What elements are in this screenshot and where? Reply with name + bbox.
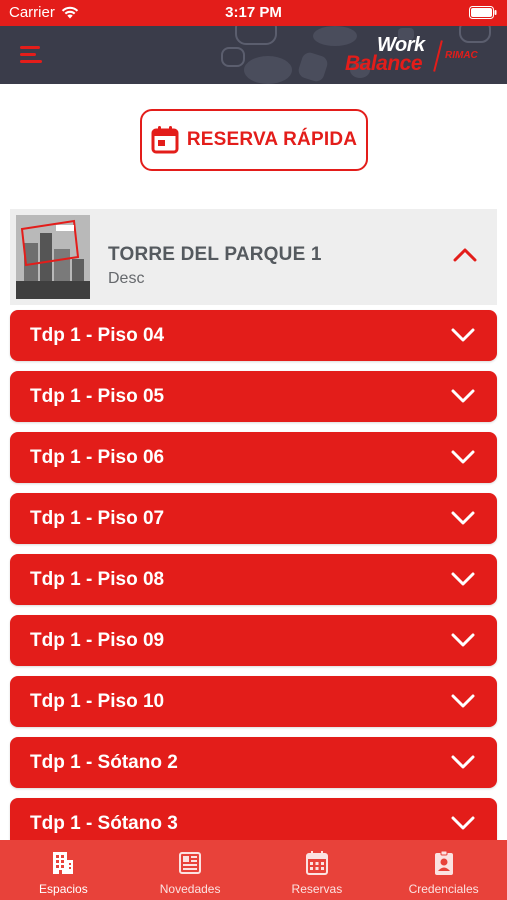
floor-label: Tdp 1 - Piso 08: [30, 569, 165, 590]
floor-row[interactable]: Tdp 1 - Piso 08: [10, 554, 497, 605]
floor-row[interactable]: Tdp 1 - Piso 06: [10, 432, 497, 483]
floor-row[interactable]: Tdp 1 - Sótano 2: [10, 737, 497, 788]
logo-rimac: RIMAC: [445, 50, 478, 61]
chevron-down-icon: [451, 755, 475, 769]
building-name: TORRE DEL PARQUE 1: [108, 244, 322, 265]
floor-label: Tdp 1 - Piso 10: [30, 691, 165, 712]
badge-icon: [434, 850, 453, 875]
chevron-down-icon: [451, 511, 475, 525]
chevron-down-icon: [451, 450, 475, 464]
tab-novedades[interactable]: Novedades: [127, 840, 254, 900]
floor-list: Tdp 1 - Piso 04 Tdp 1 - Piso 05 Tdp 1 - Pi…: [10, 310, 497, 859]
building-icon: [53, 852, 74, 874]
floor-label: Tdp 1 - Sótano 2: [30, 752, 178, 773]
floor-label: Tdp 1 - Piso 09: [30, 630, 165, 651]
floor-label: Tdp 1 - Piso 07: [30, 508, 165, 529]
building-photo: [16, 215, 90, 299]
tab-bar: Espacios Novedades Reservas Credenciales: [0, 840, 507, 900]
tab-reservas[interactable]: Reservas: [254, 840, 381, 900]
tab-label: Novedades: [159, 882, 221, 896]
menu-icon-line: [20, 53, 36, 56]
floor-label: Tdp 1 - Piso 05: [30, 386, 165, 407]
tab-label: Espacios: [39, 882, 88, 896]
chevron-down-icon: [451, 694, 475, 708]
calendar-grid-icon: [305, 851, 328, 875]
work-balance-logo: Work Balance RIMAC: [345, 34, 485, 78]
floor-row[interactable]: Tdp 1 - Piso 09: [10, 615, 497, 666]
floor-row[interactable]: Tdp 1 - Piso 04: [10, 310, 497, 361]
chevron-down-icon: [451, 328, 475, 342]
floor-row[interactable]: Tdp 1 - Piso 10: [10, 676, 497, 727]
chevron-down-icon: [451, 572, 475, 586]
floor-row[interactable]: Tdp 1 - Piso 07: [10, 493, 497, 544]
building-description: Desc: [108, 270, 145, 287]
menu-icon-line: [20, 46, 40, 49]
logo-divider: [433, 40, 443, 72]
building-thumbnail: [16, 215, 90, 299]
battery-icon: [469, 6, 497, 19]
chevron-down-icon: [451, 816, 475, 830]
status-right: [469, 6, 497, 23]
logo-balance: Balance: [345, 52, 423, 75]
chevron-down-icon: [451, 389, 475, 403]
floor-label: Tdp 1 - Piso 04: [30, 325, 165, 346]
status-bar: Carrier 3:17 PM: [0, 0, 507, 26]
tab-espacios[interactable]: Espacios: [0, 840, 127, 900]
app-header: Work Balance RIMAC: [0, 26, 507, 84]
floor-label: Tdp 1 - Piso 06: [30, 447, 165, 468]
tab-label: Credenciales: [408, 882, 479, 896]
calendar-icon: [151, 126, 179, 154]
chevron-up-icon[interactable]: [453, 247, 477, 263]
status-time: 3:17 PM: [225, 4, 282, 21]
quick-reserve-label: RESERVA RÁPIDA: [186, 129, 358, 150]
quick-reserve-button[interactable]: RESERVA RÁPIDA: [140, 109, 368, 171]
building-accordion-header[interactable]: TORRE DEL PARQUE 1 Desc: [10, 209, 497, 305]
tab-credenciales[interactable]: Credenciales: [380, 840, 507, 900]
menu-icon-line: [20, 60, 42, 63]
tab-label: Reservas: [291, 882, 343, 896]
floor-row[interactable]: Tdp 1 - Piso 05: [10, 371, 497, 422]
floor-label: Tdp 1 - Sótano 3: [30, 813, 178, 834]
newspaper-icon: [179, 852, 202, 874]
chevron-down-icon: [451, 633, 475, 647]
menu-button[interactable]: [20, 44, 46, 66]
